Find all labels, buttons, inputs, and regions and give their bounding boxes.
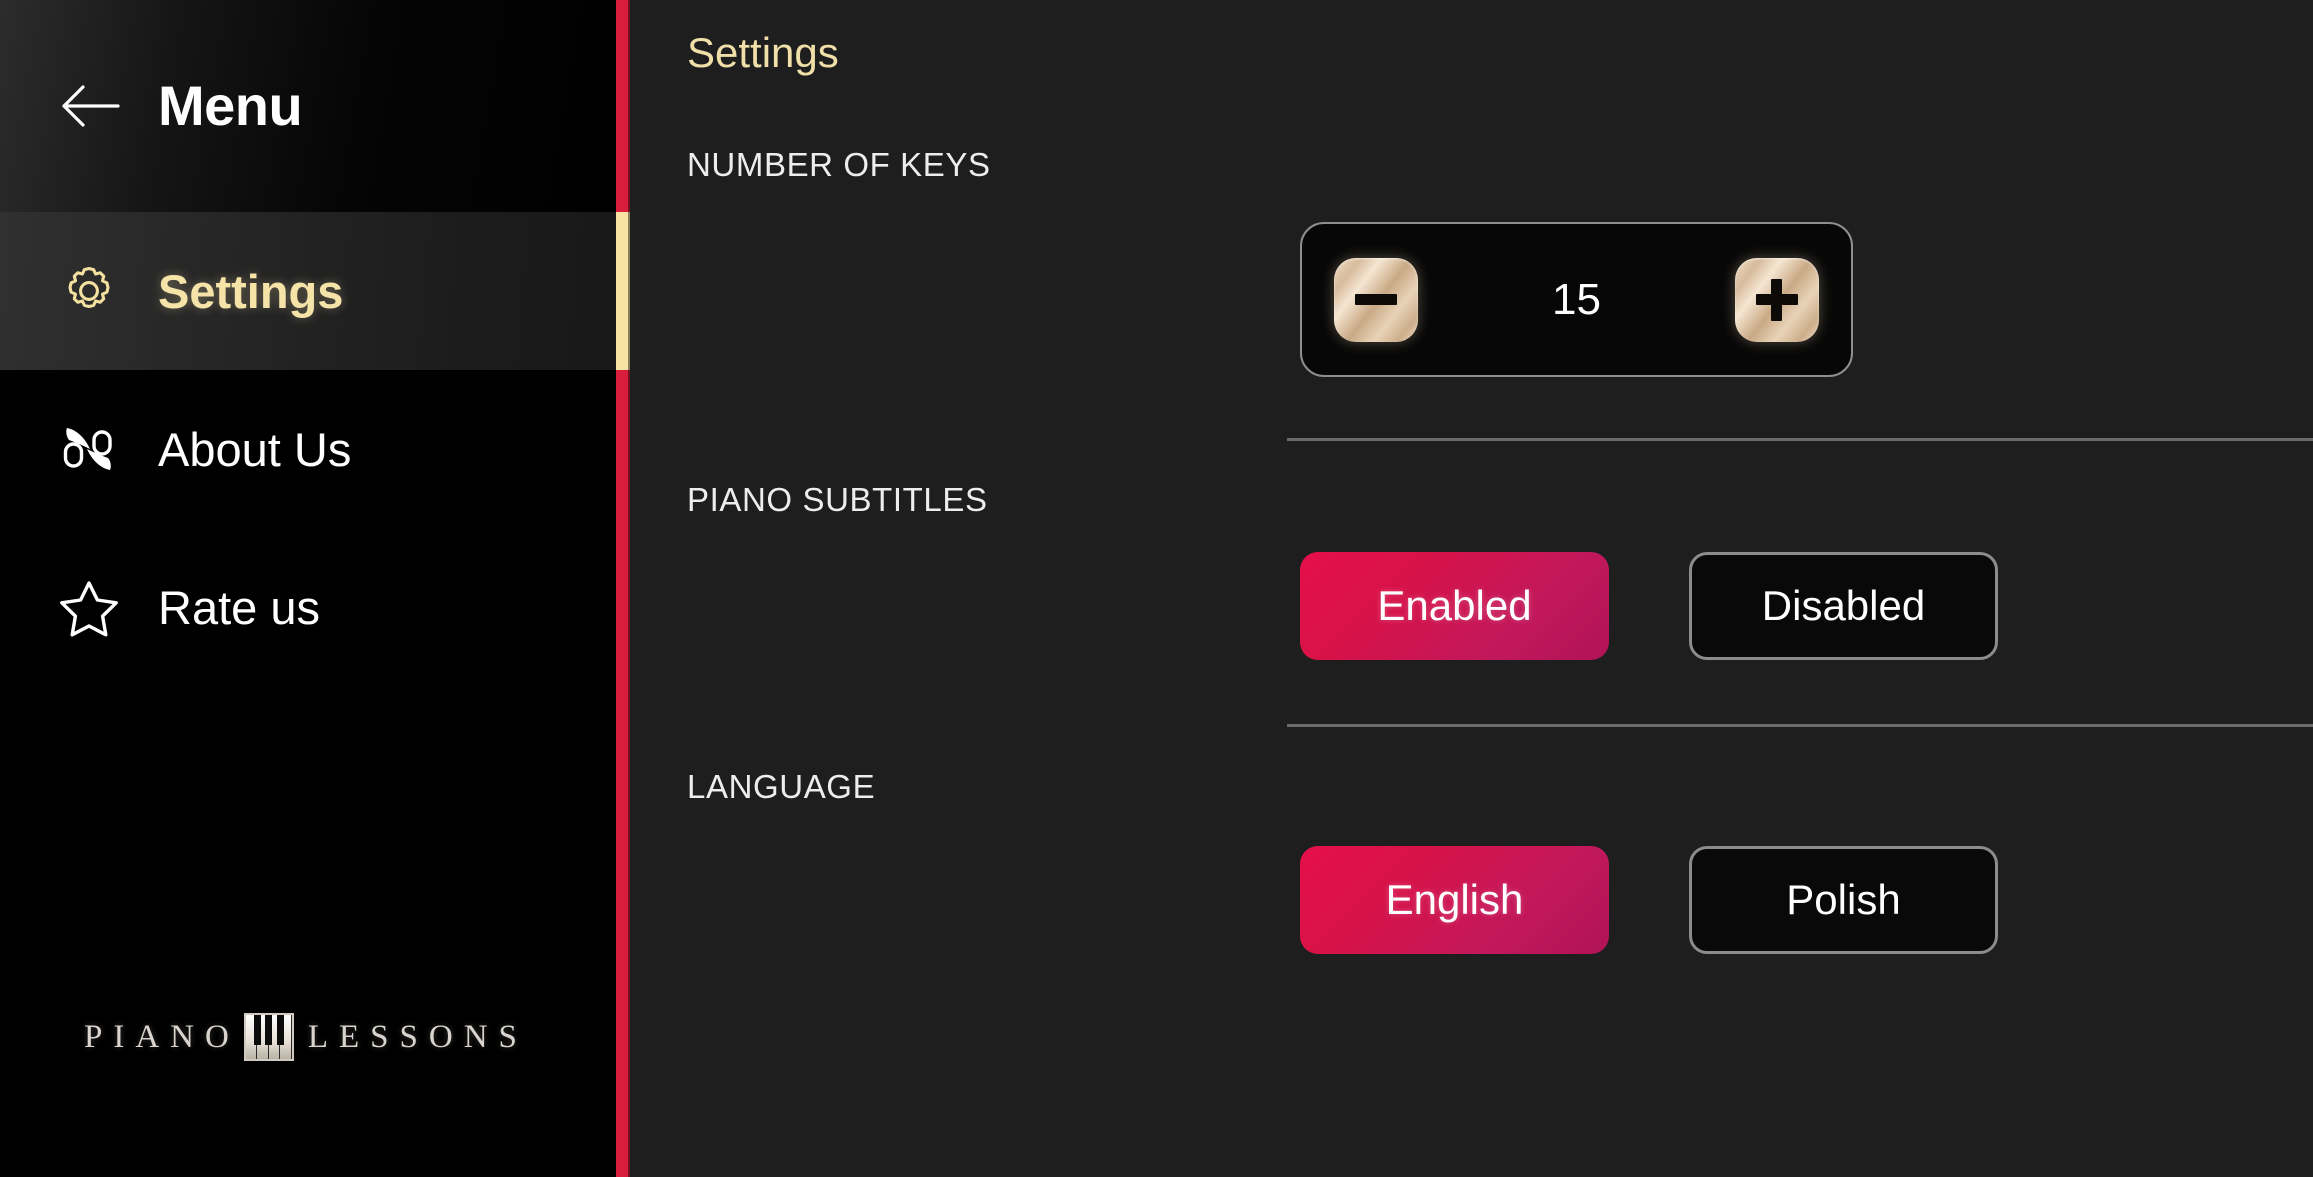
minus-icon <box>1355 294 1397 305</box>
settings-content: Settings NUMBER OF KEYS 15 PIANO SUBTITL… <box>630 0 2313 1177</box>
sidebar-nav: Settings About Us Rate us <box>0 212 616 686</box>
brand-word-right: LESSONS <box>307 1018 528 1055</box>
subtitles-disabled-button[interactable]: Disabled <box>1689 552 1998 660</box>
brand-word-left: PIANO <box>84 1018 240 1055</box>
back-arrow-icon[interactable] <box>56 73 122 139</box>
sidebar-header: Menu <box>0 0 616 212</box>
sidebar-accent-bar <box>616 0 630 1177</box>
sidebar-item-label: Settings <box>158 264 344 318</box>
section-label-language: LANGUAGE <box>687 768 876 805</box>
section-divider <box>1287 724 2313 727</box>
sidebar-item-rate-us[interactable]: Rate us <box>0 528 616 686</box>
section-divider <box>1287 438 2313 441</box>
number-of-keys-value: 15 <box>1552 274 1601 324</box>
sidebar-item-about-us[interactable]: About Us <box>0 370 616 528</box>
plus-icon <box>1755 278 1798 321</box>
double-music-note-icon <box>56 416 122 482</box>
language-polish-button[interactable]: Polish <box>1689 846 1998 954</box>
section-label-piano-subtitles: PIANO SUBTITLES <box>687 481 988 518</box>
number-of-keys-stepper: 15 <box>1300 222 1853 377</box>
sidebar-item-label: Rate us <box>158 580 320 634</box>
piano-subtitles-options: Enabled Disabled <box>1300 552 1998 660</box>
section-label-number-of-keys: NUMBER OF KEYS <box>687 146 991 183</box>
content-title: Settings <box>687 29 839 76</box>
piano-keys-icon <box>243 1013 294 1061</box>
language-options: English Polish <box>1300 846 1998 954</box>
brand-logo: PIANO LESSONS <box>84 1010 528 1064</box>
decrement-button[interactable] <box>1334 257 1418 342</box>
subtitles-enabled-button[interactable]: Enabled <box>1300 552 1609 660</box>
settings-screen: Menu Settings About Us Rate us PIANO LES… <box>0 0 2313 1177</box>
sidebar-item-settings[interactable]: Settings <box>0 212 616 370</box>
star-outline-icon <box>56 574 122 640</box>
sidebar: Menu Settings About Us Rate us PIANO LES… <box>0 0 616 1177</box>
increment-button[interactable] <box>1734 257 1819 342</box>
page-title: Menu <box>158 74 303 137</box>
gear-icon <box>56 258 122 324</box>
language-english-button[interactable]: English <box>1300 846 1609 954</box>
sidebar-item-label: About Us <box>158 422 352 476</box>
